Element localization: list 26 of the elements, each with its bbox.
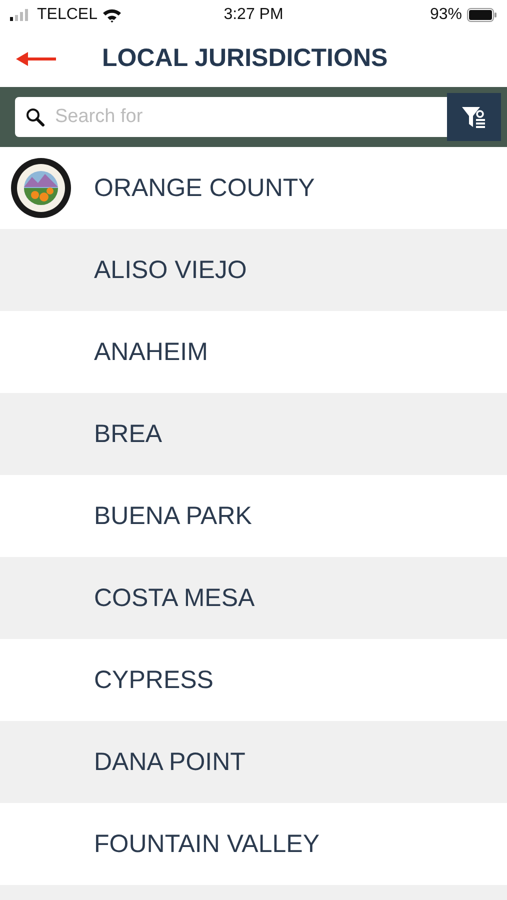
arrow-left-icon — [16, 52, 56, 66]
jurisdiction-name: CYPRESS — [94, 666, 214, 694]
battery-percentage: 93% — [430, 6, 462, 24]
jurisdiction-item[interactable]: ANAHEIM — [0, 311, 507, 393]
wifi-icon — [102, 8, 122, 22]
jurisdiction-item[interactable]: BUENA PARK — [0, 475, 507, 557]
search-icon — [25, 107, 45, 127]
jurisdiction-name: ALISO VIEJO — [94, 256, 247, 284]
county-seal-icon — [10, 157, 72, 219]
jurisdiction-name: FOUNTAIN VALLEY — [94, 830, 320, 858]
jurisdiction-name: BREA — [94, 420, 162, 448]
filter-button[interactable] — [447, 93, 501, 141]
search-field[interactable]: Search for — [15, 97, 447, 137]
jurisdiction-name: COSTA MESA — [94, 584, 255, 612]
jurisdiction-item[interactable]: CYPRESS — [0, 639, 507, 721]
carrier-name: TELCEL — [37, 6, 98, 24]
page-title: LOCAL JURISDICTIONS — [102, 44, 388, 73]
battery-icon — [467, 8, 497, 22]
jurisdiction-item[interactable]: FOUNTAIN VALLEY — [0, 803, 507, 885]
jurisdiction-name: ANAHEIM — [94, 338, 208, 366]
jurisdiction-name: DANA POINT — [94, 748, 246, 776]
jurisdiction-item[interactable]: ORANGE COUNTY — [0, 147, 507, 229]
clock-time: 3:27 PM — [224, 6, 284, 24]
jurisdiction-name: BUENA PARK — [94, 502, 252, 530]
jurisdiction-name: ORANGE COUNTY — [94, 174, 315, 202]
filter-icon — [461, 104, 487, 130]
